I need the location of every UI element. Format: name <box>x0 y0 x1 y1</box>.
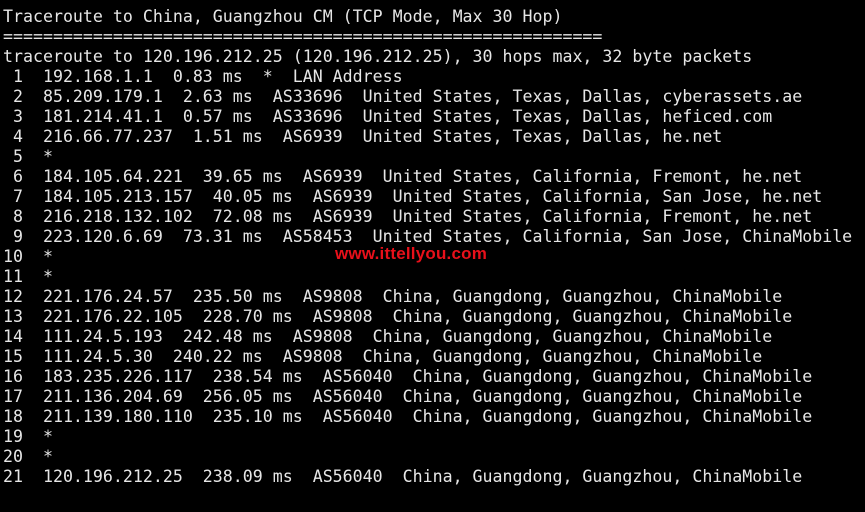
hop-line: 17 211.136.204.69 256.05 ms AS56040 Chin… <box>3 387 803 406</box>
hop-line: 18 211.139.180.110 235.10 ms AS56040 Chi… <box>3 407 813 426</box>
hop-line: 15 111.24.5.30 240.22 ms AS9808 China, G… <box>3 347 763 366</box>
hop-line: 6 184.105.64.221 39.65 ms AS6939 United … <box>3 167 803 186</box>
terminal-separator-line: ========================================… <box>3 27 603 46</box>
hop-line: 21 120.196.212.25 238.09 ms AS56040 Chin… <box>3 467 803 486</box>
terminal-title-line: Traceroute to China, Guangzhou CM (TCP M… <box>3 7 563 26</box>
hop-line: 1 192.168.1.1 0.83 ms * LAN Address <box>3 67 403 86</box>
hop-line: 12 221.176.24.57 235.50 ms AS9808 China,… <box>3 287 783 306</box>
watermark-text: www.ittellyou.com <box>335 244 488 263</box>
hop-line: 13 221.176.22.105 228.70 ms AS9808 China… <box>3 307 793 326</box>
hop-line: 3 181.214.41.1 0.57 ms AS33696 United St… <box>3 107 773 126</box>
hop-line: 16 183.235.226.117 238.54 ms AS56040 Chi… <box>3 367 813 386</box>
hop-line: 11 * <box>3 267 53 286</box>
hop-line: 2 85.209.179.1 2.63 ms AS33696 United St… <box>3 87 803 106</box>
hop-line: 8 216.218.132.102 72.08 ms AS6939 United… <box>3 207 813 226</box>
hop-line: 5 * <box>3 147 53 166</box>
hop-line: 7 184.105.213.157 40.05 ms AS6939 United… <box>3 187 823 206</box>
hop-line: 4 216.66.77.237 1.51 ms AS6939 United St… <box>3 127 723 146</box>
hop-line: 20 * <box>3 447 53 466</box>
hop-line: 14 111.24.5.193 242.48 ms AS9808 China, … <box>3 327 773 346</box>
hop-line: 19 * <box>3 427 53 446</box>
terminal-command-line: traceroute to 120.196.212.25 (120.196.21… <box>3 47 753 66</box>
